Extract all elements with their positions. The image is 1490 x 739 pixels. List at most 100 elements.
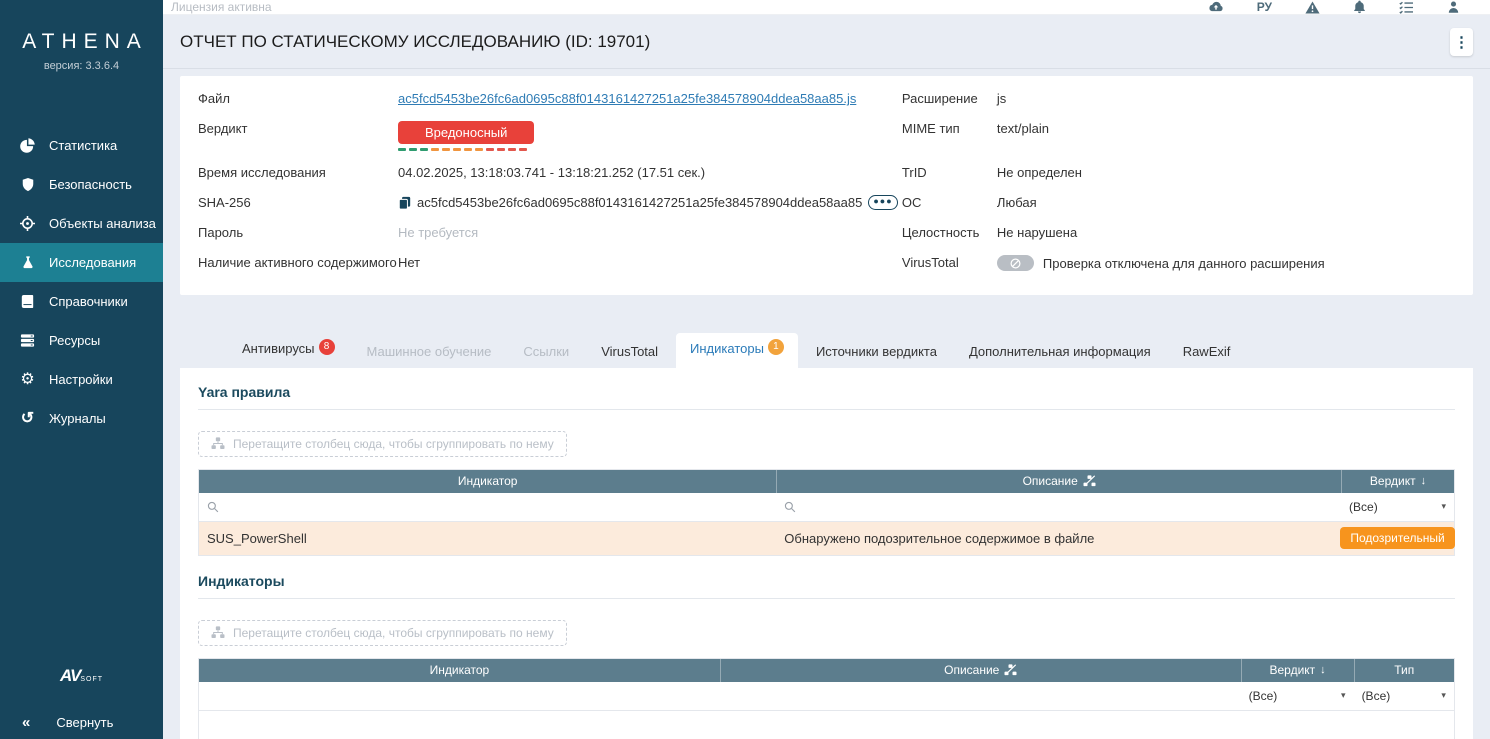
- column-label: Описание: [944, 663, 999, 677]
- bell-icon[interactable]: [1353, 0, 1366, 14]
- tab-links[interactable]: Ссылки: [509, 336, 583, 368]
- page-title: ОТЧЕТ ПО СТАТИЧЕСКОМУ ИССЛЕДОВАНИЮ (ID: …: [180, 32, 650, 52]
- tab-indicators[interactable]: Индикаторы1: [676, 333, 798, 368]
- indicators-col-description[interactable]: Описание: [720, 659, 1241, 682]
- language-switcher[interactable]: РУ: [1257, 0, 1272, 14]
- virustotal-value-wrap: Проверка отключена для данного расширени…: [997, 255, 1325, 271]
- tab-badge: 1: [768, 339, 784, 355]
- indicators-col-verdict[interactable]: Вердикт ↓: [1241, 659, 1354, 682]
- indicators-filter-type[interactable]: (Все) ▾: [1354, 682, 1454, 710]
- tab-virustotal[interactable]: VirusTotal: [587, 336, 672, 368]
- avsoft-logo-sub: SOFT: [80, 676, 103, 683]
- copy-icon[interactable]: [398, 196, 411, 210]
- verdict-filter-dropdown[interactable]: (Все) ▾: [1249, 689, 1346, 703]
- chevron-down-icon: ▾: [1341, 690, 1346, 701]
- indicators-filter-row: (Все) ▾ (Все) ▾: [199, 682, 1454, 711]
- kebab-menu-button[interactable]: ⋮: [1450, 28, 1473, 56]
- verdict-value-wrap: Вредоносный: [398, 121, 534, 151]
- more-hashes-button[interactable]: ●●●: [868, 195, 897, 210]
- os-row: ОС Любая: [902, 195, 1455, 221]
- yara-col-description[interactable]: Описание: [776, 470, 1341, 493]
- tab-antiviruses[interactable]: Антивирусы8: [228, 333, 349, 368]
- analysis-time-value: 04.02.2025, 13:18:03.741 - 13:18:21.252 …: [398, 165, 705, 180]
- verdict-filter-dropdown[interactable]: (Все) ▾: [1349, 500, 1446, 514]
- column-label: Индикатор: [458, 474, 518, 488]
- file-info-right-column: Расширение js MIME тип text/plain TrID Н…: [902, 91, 1455, 285]
- page-header: ОТЧЕТ ПО СТАТИЧЕСКОМУ ИССЛЕДОВАНИЮ (ID: …: [163, 15, 1490, 69]
- yara-filter-description[interactable]: [776, 493, 1341, 521]
- sidebar-nav: Статистика Безопасность Объекты анализа …: [0, 126, 163, 438]
- tab-verdict-sources[interactable]: Источники вердикта: [802, 336, 951, 368]
- book-icon: [19, 294, 36, 309]
- type-filter-dropdown[interactable]: (Все) ▾: [1362, 689, 1446, 703]
- yara-col-indicator[interactable]: Индикатор: [199, 470, 776, 493]
- indicators-filter-verdict[interactable]: (Все) ▾: [1241, 682, 1354, 710]
- indicators-section-title: Индикаторы: [198, 573, 1455, 599]
- sidebar-item-statistics[interactable]: Статистика: [0, 126, 163, 165]
- user-icon[interactable]: [1447, 0, 1460, 14]
- license-status: Лицензия активна: [171, 0, 272, 14]
- mime-row: MIME тип text/plain: [902, 121, 1455, 161]
- sidebar-item-label: Объекты анализа: [49, 216, 156, 231]
- sidebar-item-label: Справочники: [49, 294, 128, 309]
- sidebar-item-directories[interactable]: Справочники: [0, 282, 163, 321]
- sidebar-item-analysis-objects[interactable]: Объекты анализа: [0, 204, 163, 243]
- sha256-row: SHA-256 ac5fcd5453be26fc6ad0695c88f01431…: [198, 195, 902, 221]
- sidebar-item-resources[interactable]: Ресурсы: [0, 321, 163, 360]
- tab-label: Антивирусы: [242, 341, 315, 356]
- collapse-label: Свернуть: [56, 715, 113, 730]
- cloud-upload-icon[interactable]: [1208, 1, 1224, 13]
- dropdown-value: (Все): [1349, 500, 1378, 514]
- sha256-value-wrap: ac5fcd5453be26fc6ad0695c88f0143161427251…: [398, 195, 898, 210]
- warning-icon[interactable]: [1305, 1, 1320, 14]
- virustotal-value: Проверка отключена для данного расширени…: [1043, 256, 1325, 271]
- avsoft-logo-main: AV: [60, 666, 80, 685]
- indicators-filter-description[interactable]: [720, 682, 1241, 710]
- indicators-col-indicator[interactable]: Индикатор: [199, 659, 720, 682]
- collapse-sidebar-button[interactable]: « Свернуть: [0, 708, 163, 739]
- column-label: Описание: [1023, 474, 1078, 488]
- suspicious-badge[interactable]: Подозрительный: [1340, 527, 1454, 549]
- tab-label: RawExif: [1183, 344, 1231, 359]
- file-link[interactable]: ac5fcd5453be26fc6ad0695c88f0143161427251…: [398, 91, 856, 106]
- indicators-col-type[interactable]: Тип: [1354, 659, 1454, 682]
- yara-filter-verdict[interactable]: (Все) ▾: [1341, 493, 1454, 521]
- tab-label: Ссылки: [523, 344, 569, 359]
- tab-label: Источники вердикта: [816, 344, 937, 359]
- chevron-down-icon: ▾: [1441, 501, 1446, 512]
- ungroup-icon: [1004, 664, 1017, 676]
- yara-col-verdict[interactable]: Вердикт ↓: [1341, 470, 1454, 493]
- column-label: Вердикт: [1370, 474, 1416, 488]
- flask-icon: [19, 255, 36, 270]
- yara-filter-indicator[interactable]: [199, 493, 776, 521]
- verdict-badge[interactable]: Вредоносный: [398, 121, 534, 144]
- tab-rawexif[interactable]: RawExif: [1169, 336, 1245, 368]
- sidebar-item-security[interactable]: Безопасность: [0, 165, 163, 204]
- tab-additional-info[interactable]: Дополнительная информация: [955, 336, 1165, 368]
- sidebar-item-label: Ресурсы: [49, 333, 100, 348]
- sidebar-item-label: Безопасность: [49, 177, 132, 192]
- sidebar-item-label: Журналы: [49, 411, 106, 426]
- sidebar-item-settings[interactable]: ⚙ Настройки: [0, 360, 163, 399]
- yara-group-drop-zone[interactable]: Перетащите столбец сюда, чтобы сгруппиро…: [198, 431, 567, 457]
- yara-table-row[interactable]: SUS_PowerShell Обнаружено подозрительное…: [199, 522, 1454, 555]
- analysis-time-label: Время исследования: [198, 165, 398, 180]
- integrity-value: Не нарушена: [997, 225, 1077, 240]
- tab-machine-learning[interactable]: Машинное обучение: [353, 336, 506, 368]
- tasks-checklist-icon[interactable]: [1399, 1, 1414, 14]
- sidebar-item-journals[interactable]: ↺ Журналы: [0, 399, 163, 438]
- sidebar-item-label: Исследования: [49, 255, 136, 270]
- indicators-group-drop-zone[interactable]: Перетащите столбец сюда, чтобы сгруппиро…: [198, 620, 567, 646]
- prohibition-icon[interactable]: [997, 255, 1034, 271]
- sha256-value: ac5fcd5453be26fc6ad0695c88f0143161427251…: [417, 195, 862, 210]
- indicators-panel: Yara правила Перетащите столбец сюда, чт…: [180, 368, 1473, 739]
- sidebar-item-investigations[interactable]: Исследования: [0, 243, 163, 282]
- verdict-row: Вердикт Вредоносный: [198, 121, 902, 161]
- indicators-filter-indicator[interactable]: [199, 682, 720, 710]
- group-hint-text: Перетащите столбец сюда, чтобы сгруппиро…: [233, 626, 554, 640]
- indicators-table: Индикатор Описание Вердикт ↓ Тип: [198, 658, 1455, 739]
- mime-value: text/plain: [997, 121, 1049, 136]
- chevron-down-icon: ▾: [1441, 690, 1446, 701]
- sidebar-item-label: Настройки: [49, 372, 113, 387]
- app-window: ATHENA версия: 3.3.6.4 Статистика Безопа…: [0, 0, 1490, 739]
